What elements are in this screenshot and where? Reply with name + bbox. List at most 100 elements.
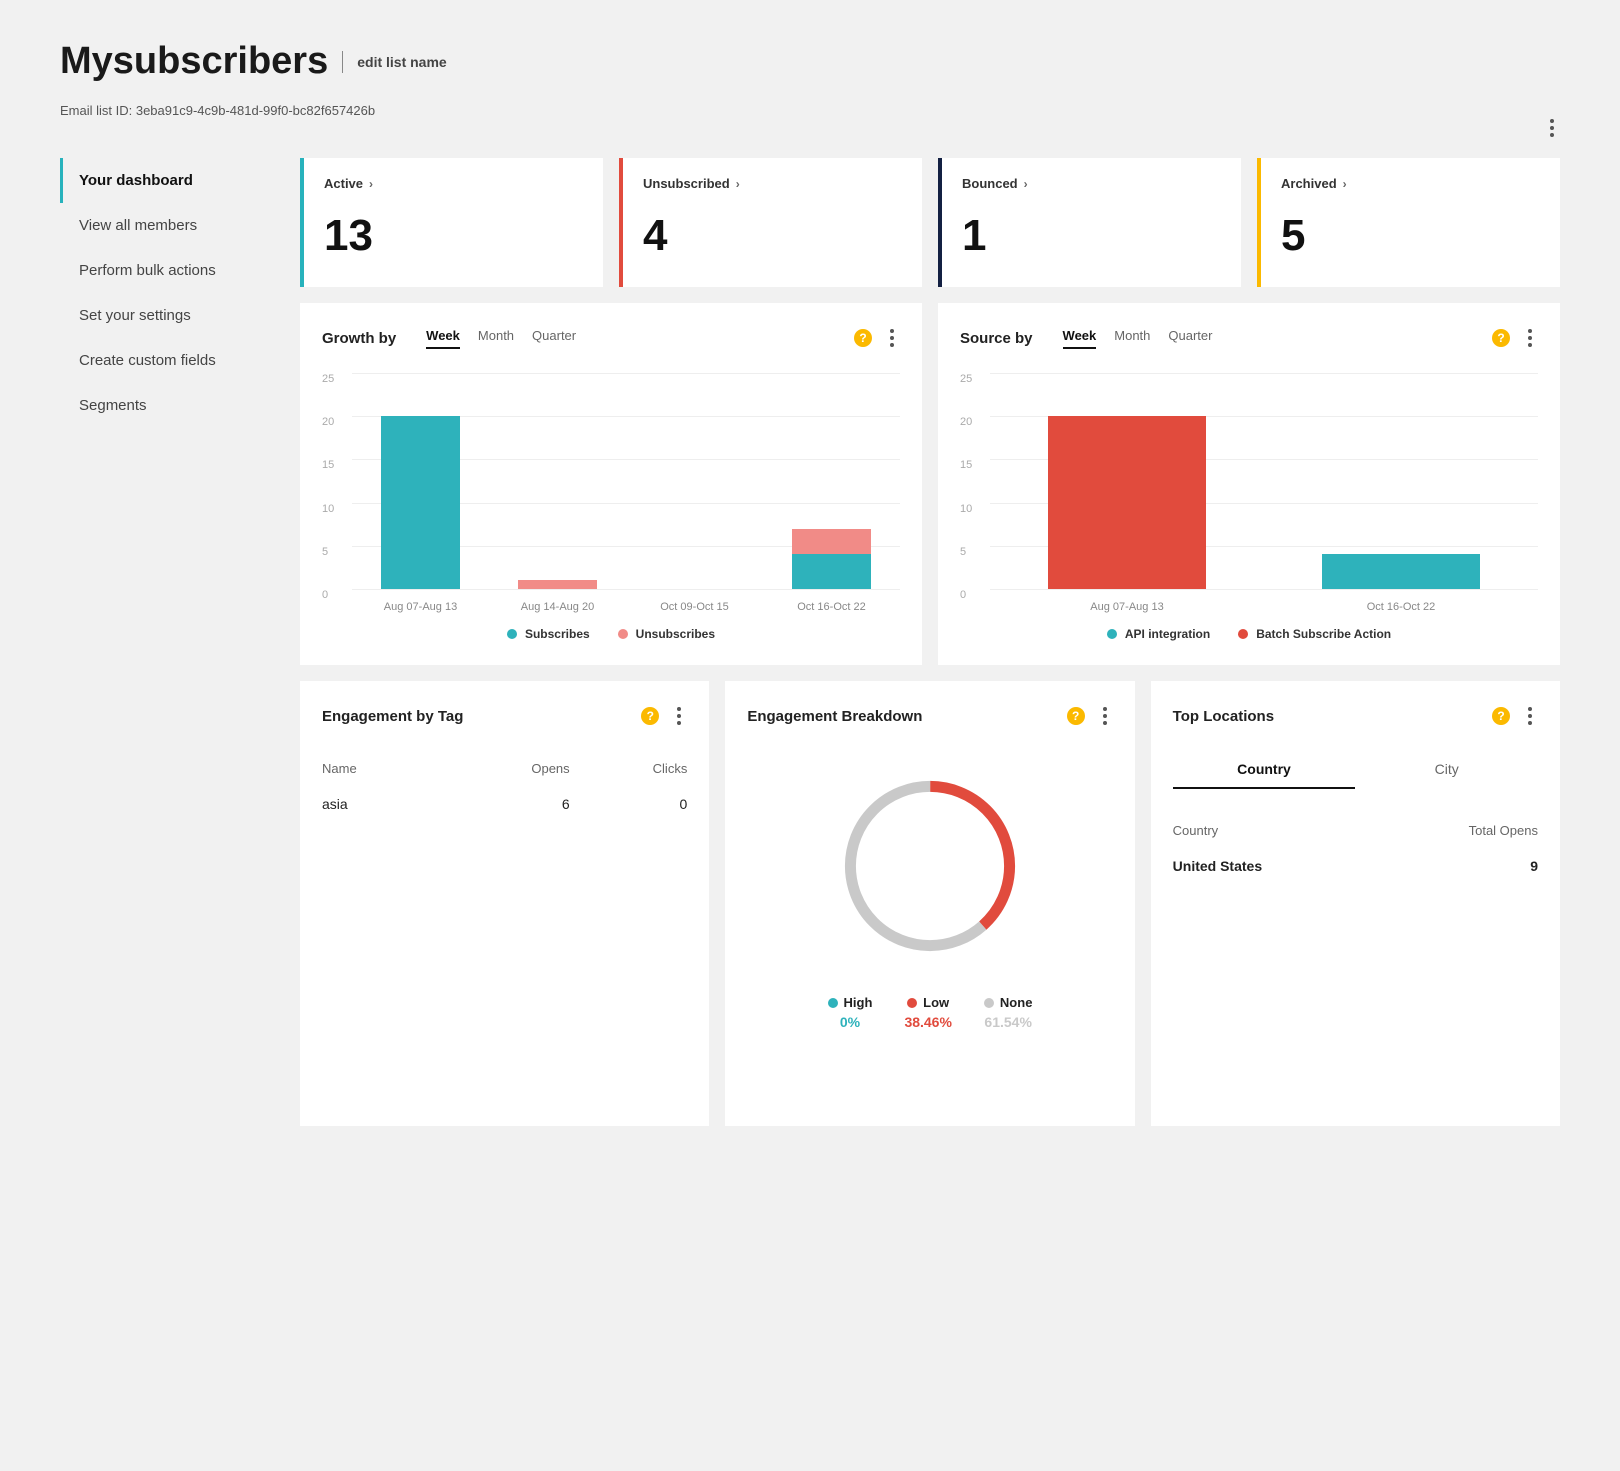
legend-item: Unsubscribes bbox=[618, 627, 715, 641]
period-tab-quarter[interactable]: Quarter bbox=[532, 328, 576, 349]
engagement-tag-title: Engagement by Tag bbox=[322, 708, 463, 725]
x-label: Aug 14-Aug 20 bbox=[489, 601, 626, 613]
y-tick: 20 bbox=[322, 416, 346, 428]
source-card: Source by WeekMonthQuarter ? 0510152025A… bbox=[938, 303, 1560, 665]
source-legend: API integrationBatch Subscribe Action bbox=[960, 627, 1538, 641]
help-icon[interactable]: ? bbox=[1067, 707, 1085, 725]
period-tab-month[interactable]: Month bbox=[478, 328, 514, 349]
growth-period-tabs: Week Month Quarter bbox=[426, 328, 576, 349]
edit-list-name-link[interactable]: edit list name bbox=[357, 54, 446, 70]
engagement-tag-table: Name Opens Clicks asia60 bbox=[322, 751, 687, 822]
bar-group bbox=[1264, 373, 1538, 589]
table-row: United States9 bbox=[1173, 846, 1538, 886]
bar-group bbox=[352, 373, 489, 589]
bar-group bbox=[626, 373, 763, 589]
sidebar-item-0[interactable]: Your dashboard bbox=[60, 158, 260, 203]
stat-cards-row: Active ›13 Unsubscribed › 4 Bounced › 1 Archi… bbox=[300, 158, 1560, 287]
sidebar-item-1[interactable]: View all members bbox=[60, 203, 260, 248]
col-clicks: Clicks bbox=[570, 751, 688, 786]
divider bbox=[342, 51, 343, 73]
help-icon[interactable]: ? bbox=[641, 707, 659, 725]
list-id-label: Email list ID: 3eba91c9-4c9b-481d-99f0-b… bbox=[60, 103, 1560, 118]
top-locations-menu-icon[interactable] bbox=[1522, 701, 1538, 731]
growth-legend: Subscribes Unsubscribes bbox=[322, 627, 900, 641]
bar-segment bbox=[792, 529, 871, 555]
growth-card-title: Growth by bbox=[322, 330, 396, 347]
x-label: Oct 16-Oct 22 bbox=[1264, 601, 1538, 613]
page-title: Mysubscribers bbox=[60, 40, 328, 83]
bar-segment bbox=[518, 580, 597, 589]
sidebar-item-2[interactable]: Perform bulk actions bbox=[60, 248, 260, 293]
y-tick: 15 bbox=[960, 459, 984, 471]
chevron-right-icon: › bbox=[736, 177, 740, 191]
help-icon[interactable]: ? bbox=[1492, 707, 1510, 725]
stat-card-active[interactable]: Active ›13 bbox=[300, 158, 603, 287]
growth-card: Growth by WeekMonthQuarter ? 0510152025A… bbox=[300, 303, 922, 665]
page-menu-kebab-icon[interactable] bbox=[1544, 113, 1560, 143]
x-label: Aug 07-Aug 13 bbox=[990, 601, 1264, 613]
stat-label: Unsubscribed › bbox=[643, 176, 902, 191]
growth-card-menu-icon[interactable] bbox=[884, 323, 900, 353]
chevron-right-icon: › bbox=[1343, 177, 1347, 191]
stat-value: 1 bbox=[962, 211, 1221, 261]
stat-label: Active › bbox=[324, 176, 583, 191]
sidebar-item-5[interactable]: Segments bbox=[60, 383, 260, 428]
engagement-donut-chart bbox=[747, 761, 1112, 971]
y-tick: 5 bbox=[960, 546, 984, 558]
y-tick: 0 bbox=[322, 589, 346, 601]
stat-label: Bounced › bbox=[962, 176, 1221, 191]
y-tick: 25 bbox=[322, 373, 346, 385]
stat-card-unsubscribed[interactable]: Unsubscribed › 4 bbox=[619, 158, 922, 287]
legend-dot-icon bbox=[984, 998, 994, 1008]
period-tab-week[interactable]: Week bbox=[426, 328, 460, 349]
chevron-right-icon: › bbox=[369, 177, 373, 191]
y-tick: 10 bbox=[322, 503, 346, 515]
bar-segment bbox=[792, 554, 871, 589]
y-tick: 20 bbox=[960, 416, 984, 428]
bar-segment bbox=[1322, 554, 1481, 589]
sidebar-item-4[interactable]: Create custom fields bbox=[60, 338, 260, 383]
legend-dot-icon bbox=[507, 629, 517, 639]
engagement-tag-menu-icon[interactable] bbox=[671, 701, 687, 731]
legend-dot-icon bbox=[907, 998, 917, 1008]
legend-item: API integration bbox=[1107, 627, 1210, 641]
bar-group bbox=[990, 373, 1264, 589]
bar-group bbox=[489, 373, 626, 589]
engagement-breakdown-menu-icon[interactable] bbox=[1097, 701, 1113, 731]
engagement-breakdown-card: Engagement Breakdown ? High0%Low38.46%No… bbox=[725, 681, 1134, 1126]
stat-card-bounced[interactable]: Bounced › 1 bbox=[938, 158, 1241, 287]
legend-dot-icon bbox=[618, 629, 628, 639]
bar-segment bbox=[1048, 416, 1207, 589]
growth-bar-chart: 0510152025Aug 07-Aug 13Aug 14-Aug 20Oct … bbox=[322, 373, 900, 613]
stat-value: 4 bbox=[643, 211, 902, 261]
top-locations-title: Top Locations bbox=[1173, 708, 1274, 725]
help-icon[interactable]: ? bbox=[854, 329, 872, 347]
donut-legend-item: Low38.46% bbox=[904, 995, 951, 1030]
source-card-title: Source by bbox=[960, 330, 1033, 347]
engagement-by-tag-card: Engagement by Tag ? Name Opens Clicks as… bbox=[300, 681, 709, 1126]
donut-legend-item: None61.54% bbox=[984, 995, 1033, 1030]
period-tab-month[interactable]: Month bbox=[1114, 328, 1150, 349]
legend-dot-icon bbox=[1238, 629, 1248, 639]
location-tab-city[interactable]: City bbox=[1355, 751, 1538, 789]
legend-dot-icon bbox=[828, 998, 838, 1008]
donut-segment bbox=[850, 786, 1009, 945]
location-tab-country[interactable]: Country bbox=[1173, 751, 1356, 789]
period-tab-quarter[interactable]: Quarter bbox=[1168, 328, 1212, 349]
loc-col-country: Country bbox=[1173, 815, 1379, 846]
x-label: Oct 09-Oct 15 bbox=[626, 601, 763, 613]
stat-card-archived[interactable]: Archived ›5 bbox=[1257, 158, 1560, 287]
stat-label: Archived › bbox=[1281, 176, 1540, 191]
source-period-tabs: Week Month Quarter bbox=[1063, 328, 1213, 349]
location-tabs: CountryCity bbox=[1173, 751, 1538, 789]
sidebar-item-3[interactable]: Set your settings bbox=[60, 293, 260, 338]
table-row: asia60 bbox=[322, 786, 687, 822]
legend-dot-icon bbox=[1107, 629, 1117, 639]
help-icon[interactable]: ? bbox=[1492, 329, 1510, 347]
source-card-menu-icon[interactable] bbox=[1522, 323, 1538, 353]
source-bar-chart: 0510152025Aug 07-Aug 13Oct 16-Oct 22 bbox=[960, 373, 1538, 613]
period-tab-week[interactable]: Week bbox=[1063, 328, 1097, 349]
legend-item: Subscribes bbox=[507, 627, 590, 641]
chevron-right-icon: › bbox=[1024, 177, 1028, 191]
col-name: Name bbox=[322, 751, 440, 786]
